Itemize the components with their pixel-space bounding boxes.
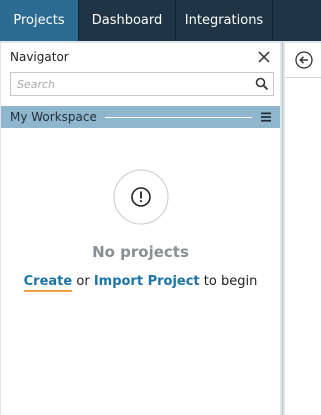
workspace-divider-line	[104, 116, 252, 118]
right-pane	[285, 43, 321, 415]
empty-state-title: No projects	[92, 243, 189, 261]
navigator-title: Navigator	[10, 50, 69, 64]
search-box	[10, 72, 274, 96]
or-text: or	[76, 274, 90, 289]
tab-integrations[interactable]: Integrations	[176, 0, 273, 41]
create-link[interactable]: Create	[23, 274, 73, 292]
workspace-header[interactable]: My Workspace	[1, 106, 280, 128]
search-input[interactable]	[11, 74, 255, 94]
arrow-left-circle-icon[interactable]	[295, 51, 313, 69]
tab-bar-filler	[273, 0, 321, 41]
navigator-panel: Navigator My Workspace No projects Creat…	[1, 43, 280, 415]
panel-divider[interactable]	[282, 41, 283, 415]
right-pane-separator	[285, 77, 321, 78]
tab-projects[interactable]: Projects	[0, 0, 79, 41]
close-icon[interactable]	[256, 49, 272, 65]
import-project-link[interactable]: Import Project	[94, 274, 200, 289]
menu-icon[interactable]	[260, 111, 272, 123]
navigator-header: Navigator	[1, 43, 280, 71]
to-begin-text: to begin	[203, 274, 258, 289]
workspace-title: My Workspace	[10, 110, 97, 124]
exclamation-circle-icon	[113, 169, 169, 225]
top-tab-bar: Projects Dashboard Integrations	[0, 0, 321, 41]
empty-state-message: Create or Import Project to begin	[1, 274, 280, 292]
search-icon[interactable]	[255, 77, 269, 91]
tab-dashboard[interactable]: Dashboard	[79, 0, 176, 41]
